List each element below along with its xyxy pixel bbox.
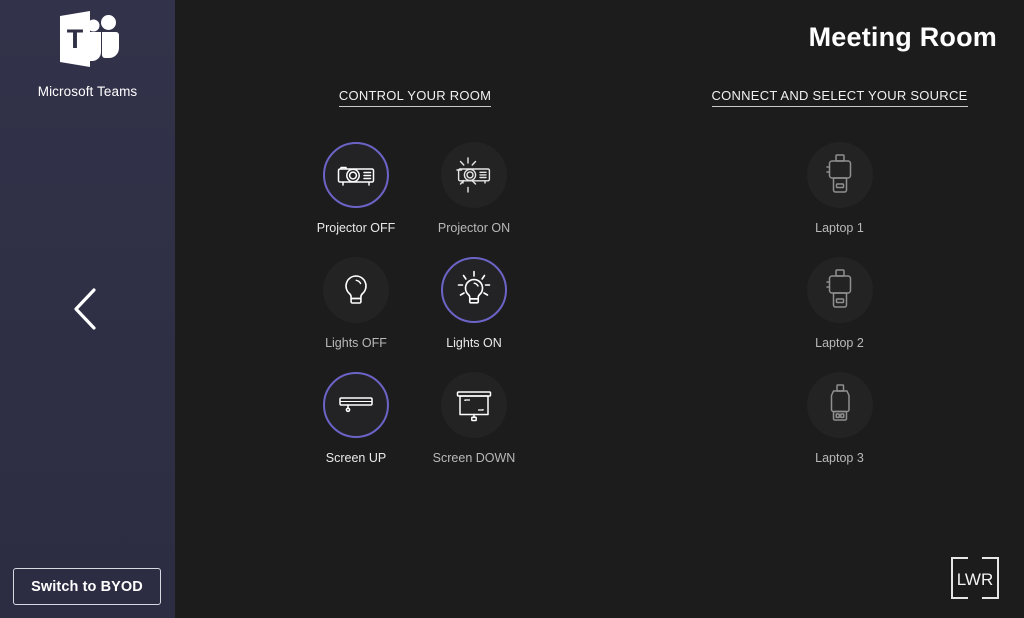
svg-text:T: T: [66, 24, 83, 54]
sidebar: T Microsoft Teams Switch to BYOD: [0, 0, 175, 618]
tile-circle: [806, 372, 873, 438]
microsoft-teams-logo: T: [59, 11, 119, 67]
projector-on-icon: [456, 157, 491, 193]
tile-circle: [323, 257, 389, 323]
tile-circle: [441, 372, 507, 438]
tile-circle: [441, 142, 507, 208]
tile-laptop-2[interactable]: Laptop 2: [781, 257, 899, 372]
tile-lights-on[interactable]: Lights ON: [415, 257, 533, 372]
brand-label: Microsoft Teams: [37, 84, 138, 99]
control-your-room-column: CONTROL YOUR ROOM Projector OFF Projecto…: [175, 88, 655, 487]
connector-plug-icon: [825, 154, 851, 193]
tile-circle: [323, 372, 389, 438]
lwr-logo-text: LWR: [957, 570, 994, 589]
source-grid: Laptop 1 Laptop 2 Laptop 3: [781, 142, 899, 487]
tile-projector-off[interactable]: Projector OFF: [297, 142, 415, 257]
tile-label: Projector OFF: [316, 221, 396, 235]
chevron-left-icon[interactable]: [70, 284, 102, 334]
page-title: Meeting Room: [808, 22, 997, 52]
lightbulb-on-icon: [457, 270, 491, 304]
lwr-logo: LWR: [951, 557, 999, 599]
connector-plug-icon: [825, 269, 851, 308]
tile-laptop-1[interactable]: Laptop 1: [781, 142, 899, 257]
tile-label: Screen DOWN: [432, 451, 516, 465]
switch-to-byod-button[interactable]: Switch to BYOD: [13, 568, 161, 605]
room-control-screen: T Microsoft Teams Switch to BYOD Meeting…: [0, 0, 1024, 618]
tile-label: Lights ON: [446, 336, 502, 350]
lightbulb-off-icon: [345, 275, 367, 304]
tile-label: Lights OFF: [325, 336, 387, 350]
tile-label: Screen UP: [325, 451, 387, 465]
tile-lights-off[interactable]: Lights OFF: [297, 257, 415, 372]
tile-projector-on[interactable]: Projector ON: [415, 142, 533, 257]
brand-block: T Microsoft Teams: [0, 0, 175, 99]
connect-select-source-column: CONNECT AND SELECT YOUR SOURCE Laptop 1 …: [655, 88, 1024, 487]
screen-up-icon: [339, 397, 373, 413]
screen-down-icon: [456, 391, 492, 422]
tile-label: Laptop 2: [815, 336, 864, 350]
tile-circle: [806, 257, 873, 323]
main-panel: Meeting Room CONTROL YOUR ROOM Projector…: [175, 0, 1024, 618]
tile-label: Laptop 1: [815, 221, 864, 235]
tile-circle: [323, 142, 389, 208]
tile-laptop-3[interactable]: Laptop 3: [781, 372, 899, 487]
connector-plug-alt-icon: [830, 384, 850, 421]
tile-circle: [441, 257, 507, 323]
control-columns: CONTROL YOUR ROOM Projector OFF Projecto…: [175, 88, 1024, 487]
projector-off-icon: [337, 166, 375, 186]
section-heading-control: CONTROL YOUR ROOM: [338, 88, 492, 107]
tile-screen-down[interactable]: Screen DOWN: [415, 372, 533, 487]
tile-label: Laptop 3: [815, 451, 864, 465]
room-control-grid: Projector OFF Projector ON Lights OFF Li…: [297, 142, 533, 487]
tile-label: Projector ON: [437, 221, 511, 235]
section-heading-source: CONNECT AND SELECT YOUR SOURCE: [711, 88, 968, 107]
tile-circle: [806, 142, 873, 208]
tile-screen-up[interactable]: Screen UP: [297, 372, 415, 487]
